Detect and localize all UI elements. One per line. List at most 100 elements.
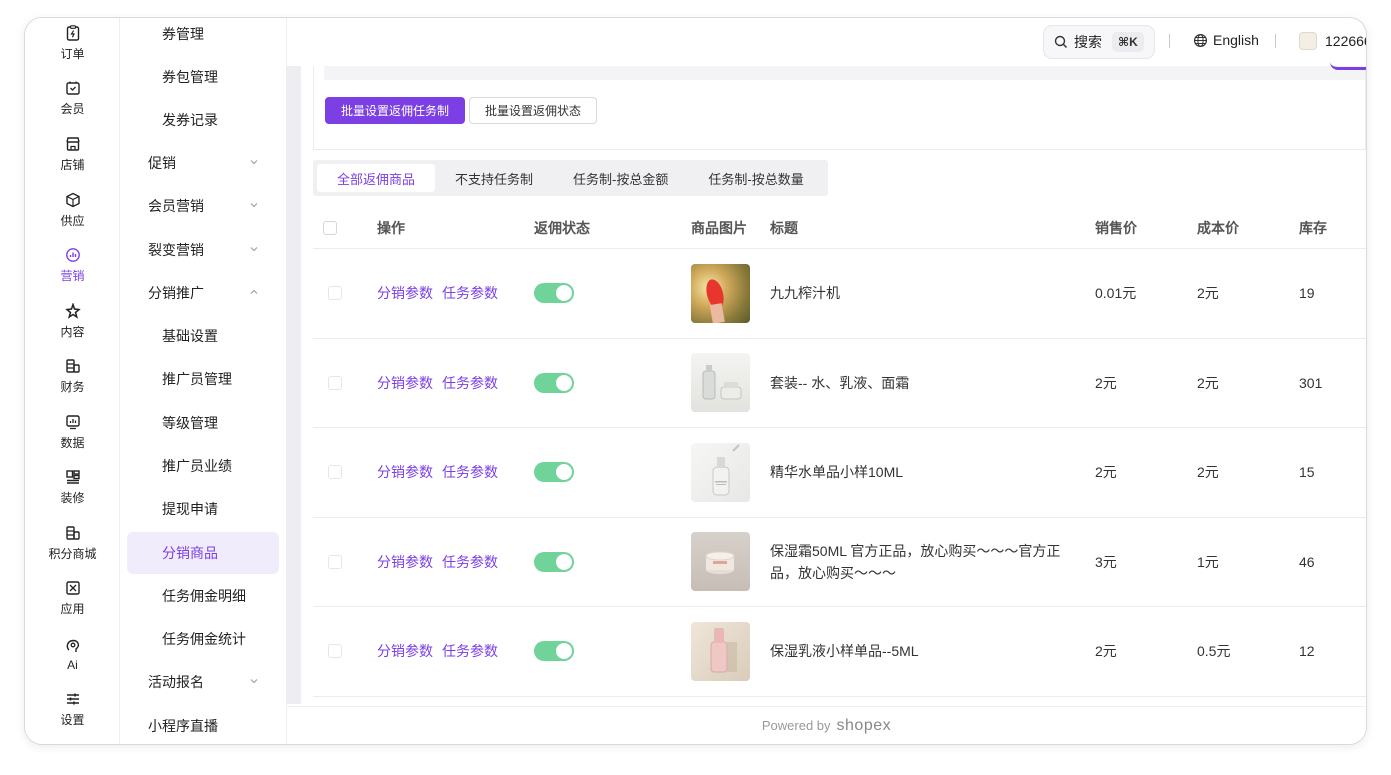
distribution-params-link[interactable]: 分销参数	[377, 373, 433, 393]
select-all-checkbox[interactable]	[323, 221, 337, 235]
main-content: 搜索 ⌘K English 122666 批量设置返佣任务制 批量设置返佣状态 …	[287, 18, 1366, 744]
marketing-icon	[64, 246, 82, 264]
table-row: 分销参数 任务参数 九九榨汁机 0.01元 2元 19	[313, 249, 1366, 339]
submenu-item-promoter-manage[interactable]: 推广员管理	[127, 358, 279, 400]
header-price: 销售价	[1095, 220, 1137, 236]
submenu-item-distribution-products[interactable]: 分销商品	[127, 532, 279, 574]
commission-status-toggle[interactable]	[534, 641, 574, 662]
commission-status-toggle[interactable]	[534, 551, 574, 572]
submenu-item-mini-live[interactable]: 小程序直播	[127, 705, 279, 744]
commission-status-toggle[interactable]	[534, 462, 574, 483]
submenu-label: 任务佣金统计	[162, 631, 246, 647]
submenu-label: 提现申请	[162, 501, 218, 517]
submenu-item-fission-marketing[interactable]: 裂变营销	[127, 229, 279, 271]
content-icon	[64, 302, 82, 320]
submenu-item-member-marketing[interactable]: 会员营销	[127, 185, 279, 227]
distribution-params-link[interactable]: 分销参数	[377, 283, 433, 303]
submenu-item-event-signup[interactable]: 活动报名	[127, 661, 279, 703]
row-checkbox[interactable]	[328, 286, 342, 301]
avatar	[1299, 32, 1317, 50]
row-checkbox[interactable]	[328, 554, 342, 569]
submenu-item-coupon-records[interactable]: 发券记录	[127, 99, 279, 141]
task-params-link[interactable]: 任务参数	[442, 462, 498, 482]
data-icon	[64, 413, 82, 431]
submenu-item-withdraw-requests[interactable]: 提现申请	[127, 488, 279, 530]
tab-task-by-amount[interactable]: 任务制-按总金额	[553, 164, 688, 192]
product-tabs: 全部返佣商品 不支持任务制 任务制-按总金额 任务制-按总数量	[313, 160, 828, 196]
distribution-params-link[interactable]: 分销参数	[377, 462, 433, 482]
order-icon	[64, 24, 82, 42]
rail-item-settings[interactable]: 设置	[25, 684, 120, 734]
submenu-item-task-commission-stats[interactable]: 任务佣金统计	[127, 618, 279, 660]
rail-item-marketing[interactable]: 营销	[25, 240, 120, 290]
submenu-label: 活动报名	[148, 674, 204, 690]
submenu-label: 会员营销	[148, 198, 204, 214]
footer: Powered by shopex	[287, 706, 1366, 744]
tab-no-task[interactable]: 不支持任务制	[435, 164, 553, 192]
rail-label: 装修	[60, 491, 85, 505]
header-title: 标题	[770, 220, 798, 236]
account-id: 122666	[1325, 33, 1366, 49]
product-title: 精华水单品小样10ML	[770, 464, 904, 481]
submenu-item-task-commission-detail[interactable]: 任务佣金明细	[127, 575, 279, 617]
row-checkbox[interactable]	[328, 465, 342, 480]
chevron-down-icon	[250, 247, 258, 252]
task-params-link[interactable]: 任务参数	[442, 641, 498, 661]
submenu-item-distribution[interactable]: 分销推广	[127, 272, 279, 314]
task-params-link[interactable]: 任务参数	[442, 552, 498, 572]
commission-status-toggle[interactable]	[534, 372, 574, 393]
batch-set-task-button[interactable]: 批量设置返佣任务制	[325, 97, 466, 124]
powered-by-text: Powered by	[761, 718, 831, 733]
points-mall-icon	[64, 524, 82, 542]
rail-item-points-mall[interactable]: 积分商城	[25, 518, 120, 568]
commission-status-toggle[interactable]	[534, 283, 574, 304]
rail-item-content[interactable]: 内容	[25, 296, 120, 346]
tab-all-products[interactable]: 全部返佣商品	[317, 164, 436, 192]
apps-icon	[64, 579, 82, 597]
language-switch[interactable]: English	[1193, 32, 1259, 48]
product-price: 0.01元	[1095, 285, 1137, 302]
header-status: 返佣状态	[534, 220, 590, 236]
submenu-item-coupon-manage[interactable]: 券管理	[127, 18, 279, 55]
rail-label: 数据	[60, 436, 85, 450]
member-icon	[64, 79, 82, 97]
tab-task-by-quantity[interactable]: 任务制-按总数量	[688, 164, 823, 192]
batch-set-status-button[interactable]: 批量设置返佣状态	[469, 97, 598, 124]
submenu-item-basic-settings[interactable]: 基础设置	[127, 315, 279, 357]
language-label: English	[1213, 32, 1259, 48]
rail-label: 财务	[60, 380, 85, 394]
row-checkbox[interactable]	[328, 644, 342, 659]
distribution-params-link[interactable]: 分销参数	[377, 552, 433, 572]
rail-item-decorate[interactable]: 装修	[25, 462, 120, 512]
distribution-params-link[interactable]: 分销参数	[377, 641, 433, 661]
filter-strip	[324, 66, 1365, 80]
task-params-link[interactable]: 任务参数	[442, 373, 498, 393]
submenu-item-promoter-performance[interactable]: 推广员业绩	[127, 445, 279, 487]
rail-item-finance[interactable]: 财务	[25, 351, 120, 401]
task-params-link[interactable]: 任务参数	[442, 283, 498, 303]
submenu-item-promotion[interactable]: 促销	[127, 142, 279, 184]
search-label: 搜索	[1074, 34, 1102, 50]
product-title: 保湿霜50ML 官方正品，放心购买～～～官方正品，放心购买～～～	[770, 542, 1061, 581]
rail-item-data[interactable]: 数据	[25, 407, 120, 457]
chevron-down-icon	[250, 679, 258, 684]
rail-label: 积分商城	[48, 547, 97, 561]
search-icon	[1054, 35, 1068, 49]
chevron-up-icon	[250, 289, 258, 294]
products-table: 操作 返佣状态 商品图片 标题 销售价 成本价 库存 分销参数 任务参数 九九榨…	[313, 208, 1366, 697]
search-button[interactable]: 搜索 ⌘K	[1043, 25, 1155, 59]
rail-label: 营销	[60, 269, 85, 283]
rail-item-supply[interactable]: 供应	[25, 185, 120, 235]
rail-item-orders[interactable]: 订单	[25, 18, 120, 68]
account-menu[interactable]: 122666	[1299, 32, 1366, 50]
rail-item-ai[interactable]: Ai	[25, 629, 120, 679]
rail-label: 内容	[60, 325, 85, 339]
rail-item-store[interactable]: 店铺	[25, 129, 120, 179]
row-checkbox[interactable]	[328, 375, 342, 390]
rail-label: Ai	[67, 657, 78, 672]
product-price: 2元	[1095, 464, 1117, 481]
submenu-item-level-manage[interactable]: 等级管理	[127, 402, 279, 444]
rail-item-apps[interactable]: 应用	[25, 573, 120, 623]
rail-item-members[interactable]: 会员	[25, 73, 120, 123]
submenu-item-coupon-pack[interactable]: 券包管理	[127, 56, 279, 98]
